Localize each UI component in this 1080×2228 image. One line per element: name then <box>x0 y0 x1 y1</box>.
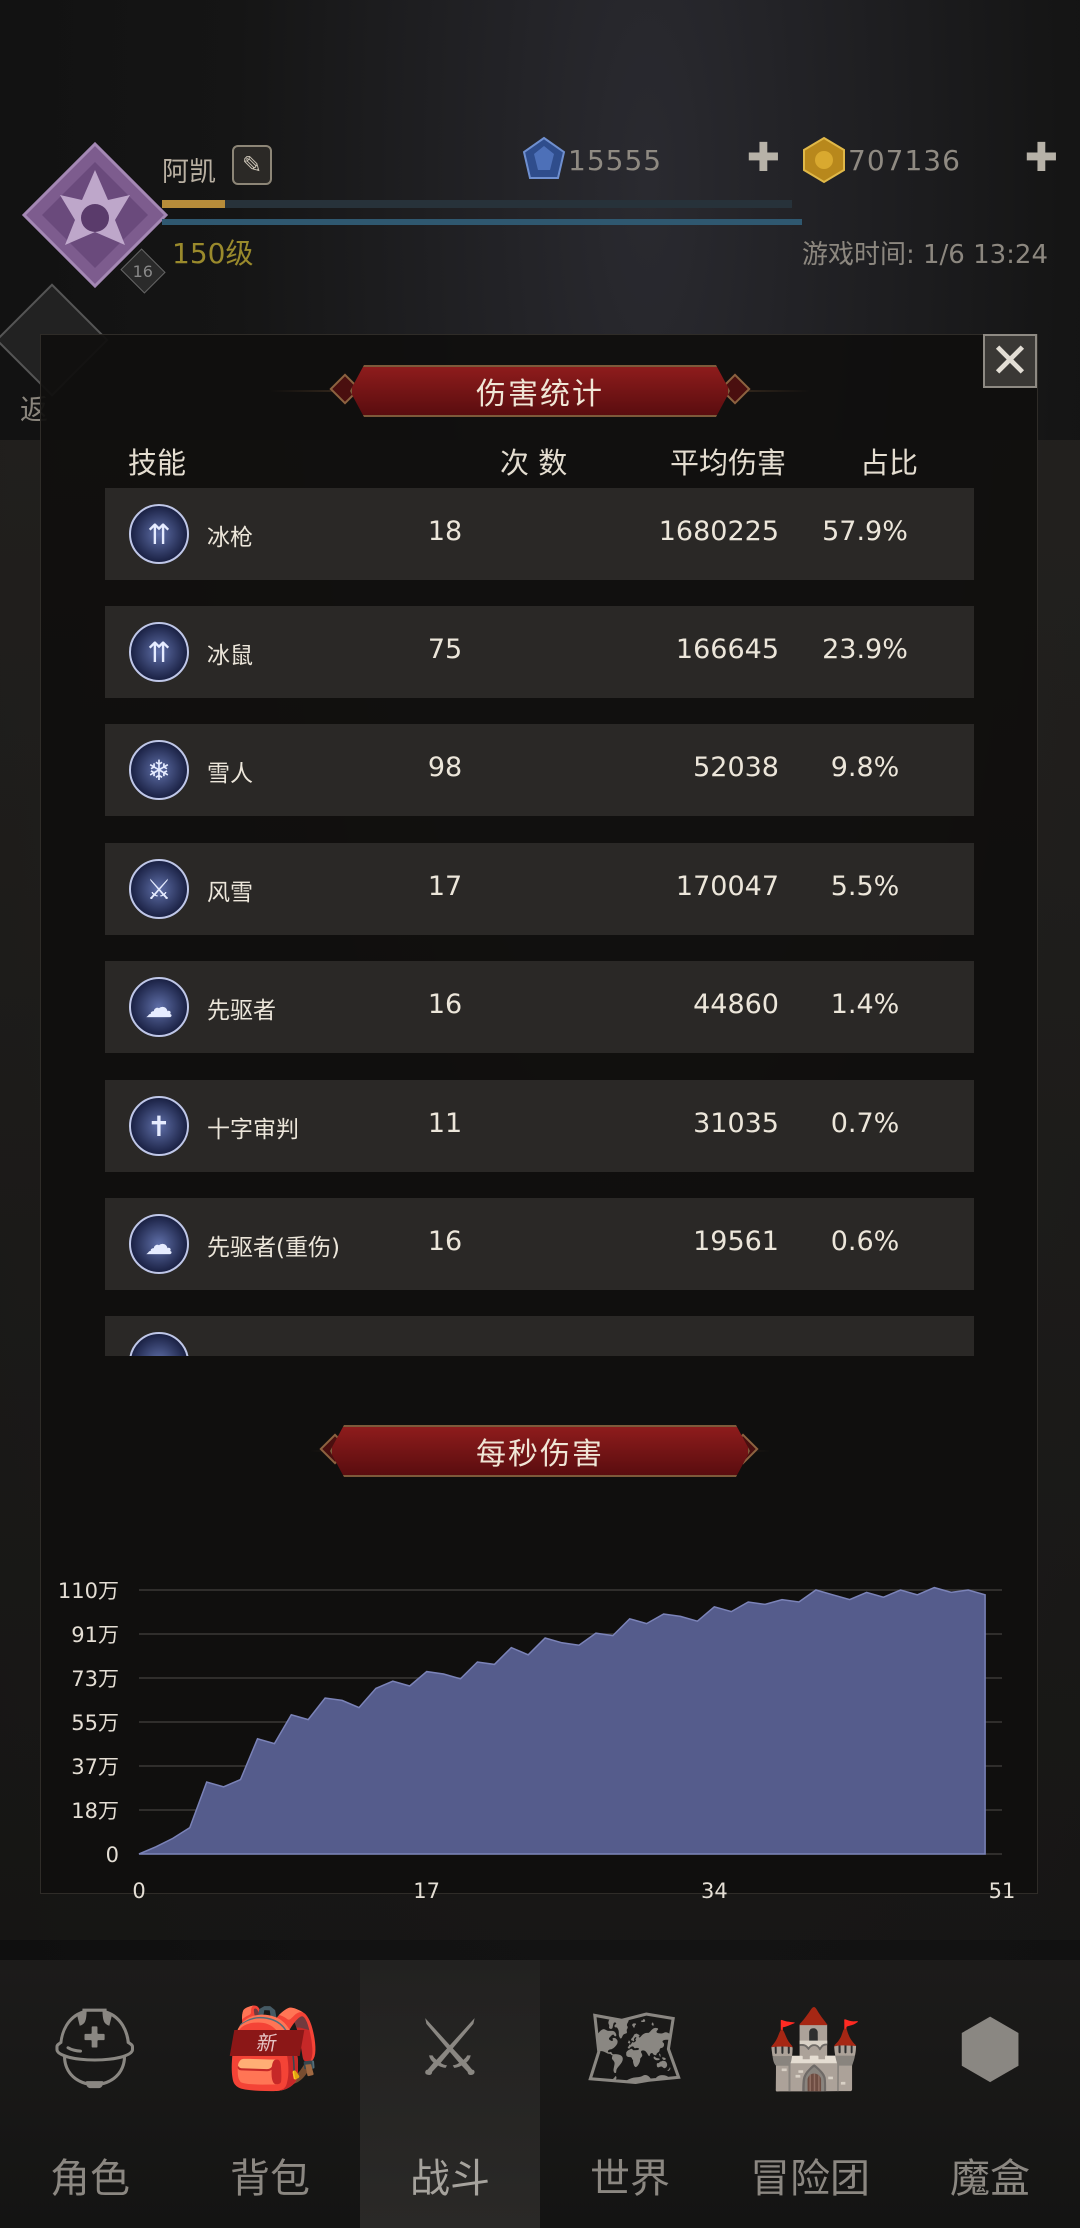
close-icon: ✕ <box>989 333 1031 389</box>
col-count: 次 数 <box>500 446 568 480</box>
skill-name: 风雪 <box>207 880 253 906</box>
crystal-amount: 15555 <box>568 143 663 177</box>
nav-item-backpack[interactable]: 🎒 背包新 <box>180 1960 360 2228</box>
skill-icon <box>129 1332 189 1356</box>
new-badge: 新 <box>229 2030 305 2056</box>
table-row[interactable]: ☁ 先驱者(重伤) 16 19561 0.6% <box>105 1198 974 1290</box>
ice-spear-icon: ⇈ <box>129 504 189 564</box>
skill-avg-damage: 44860 <box>693 989 779 1020</box>
gold-currency: 707136 ✚ <box>800 136 1058 184</box>
skill-share: 5.5% <box>830 871 900 902</box>
magic-cube-icon: ⬢ <box>955 2004 1025 2094</box>
skill-avg-damage: 31035 <box>693 1108 779 1139</box>
skill-name: 雪人 <box>207 761 253 787</box>
nav-item-magic-cube[interactable]: ⬢ 魔盒 <box>900 1960 1080 2228</box>
blue-crystal-icon <box>522 136 566 179</box>
skill-share: 0.7% <box>830 1108 900 1139</box>
col-avg: 平均伤害 <box>670 446 787 480</box>
table-row[interactable]: ⇈ 冰枪 18 1680225 57.9% <box>105 488 974 580</box>
table-row[interactable]: ☁ 先驱者 16 44860 1.4% <box>105 961 974 1053</box>
table-row[interactable]: ⇈ 冰鼠 75 166645 23.9% <box>105 606 974 698</box>
crystal-currency: 15555 ✚ <box>520 136 780 180</box>
table-row[interactable]: ✝ 十字审判 11 31035 0.7% <box>105 1080 974 1172</box>
nav-item-helmet[interactable]: ⛑ 角色 <box>0 1960 180 2228</box>
skill-name: 冰枪 <box>207 525 253 551</box>
cross-banner-icon: ✝ <box>129 1096 189 1156</box>
nav-label: 魔盒 <box>950 2156 1030 2202</box>
skill-avg-damage: 166645 <box>675 634 779 665</box>
castle-icon: 🏰 <box>765 2004 863 2094</box>
skill-name: 先驱者 <box>207 998 276 1024</box>
mushroom-cloud-icon: ☁ <box>129 977 189 1037</box>
snowflake-icon: ❄ <box>129 740 189 800</box>
col-skill: 技能 <box>128 446 187 480</box>
gold-coin-icon <box>803 136 845 184</box>
stats-title: 伤害统计 <box>476 377 604 412</box>
helmet-icon: ⛑ <box>45 2004 145 2094</box>
skill-share: 9.8% <box>830 752 900 783</box>
edit-name-button[interactable]: ✎ <box>232 145 272 185</box>
add-crystal-button[interactable]: ✚ <box>746 138 780 178</box>
map-scroll-icon: 🗺 <box>585 2004 685 2094</box>
gold-amount: 707136 <box>848 143 961 177</box>
sword-icon: ⚔ <box>129 859 189 919</box>
nav-label: 战斗 <box>410 2156 490 2202</box>
table-row-partial <box>105 1316 974 1356</box>
sword-shield-icon: ⚔ <box>415 2004 485 2094</box>
level-badge-text: 16 <box>132 261 154 281</box>
skill-avg-damage: 19561 <box>693 1226 779 1257</box>
skill-avg-damage: 1680225 <box>658 516 779 547</box>
col-share: 占比 <box>860 446 919 480</box>
close-button[interactable]: ✕ <box>983 334 1037 388</box>
edit-icon: ✎ <box>241 151 263 179</box>
mushroom-cloud-icon: ☁ <box>129 1214 189 1274</box>
stats-title-banner: 伤害统计 <box>270 364 810 418</box>
nav-label: 世界 <box>590 2156 670 2202</box>
xp-bar <box>162 200 792 208</box>
game-time: 游戏时间: 1/6 13:24 <box>801 240 1048 270</box>
banner-plate: 每秒伤害 <box>330 1425 750 1477</box>
skill-avg-damage: 170047 <box>675 871 779 902</box>
nav-item-sword-shield[interactable]: ⚔ 战斗 <box>360 1960 540 2228</box>
player-name: 阿凯 <box>162 157 216 188</box>
bottom-nav: ⛑ 角色🎒 背包新⚔ 战斗🗺 世界🏰 冒险团⬢ 魔盒 <box>0 1960 1080 2228</box>
dps-title: 每秒伤害 <box>476 1437 604 1472</box>
skill-name: 十字审判 <box>207 1117 299 1143</box>
nav-item-map-scroll[interactable]: 🗺 世界 <box>540 1960 720 2228</box>
skill-share: 57.9% <box>822 516 908 547</box>
skill-share: 1.4% <box>830 989 900 1020</box>
skill-avg-damage: 52038 <box>693 752 779 783</box>
nav-item-castle[interactable]: 🏰 冒险团 <box>720 1960 900 2228</box>
banner-plate: 伤害统计 <box>350 365 730 417</box>
dps-title-banner: 每秒伤害 <box>310 1424 770 1478</box>
nav-label: 角色 <box>50 2156 130 2202</box>
energy-bar <box>162 219 802 225</box>
nav-label: 冒险团 <box>750 2156 870 2202</box>
table-row[interactable]: ❄ 雪人 98 52038 9.8% <box>105 724 974 816</box>
skill-name: 先驱者(重伤) <box>207 1235 340 1261</box>
add-gold-button[interactable]: ✚ <box>1024 138 1058 178</box>
skill-share: 0.6% <box>830 1226 900 1257</box>
table-row[interactable]: ⚔ 风雪 17 170047 5.5% <box>105 843 974 935</box>
xp-bar-fill <box>162 200 225 208</box>
player-level: 150级 <box>172 237 254 270</box>
nav-label: 背包 <box>230 2156 310 2202</box>
ice-spear-icon: ⇈ <box>129 622 189 682</box>
skill-share: 23.9% <box>822 634 908 665</box>
skill-name: 冰鼠 <box>207 643 253 669</box>
